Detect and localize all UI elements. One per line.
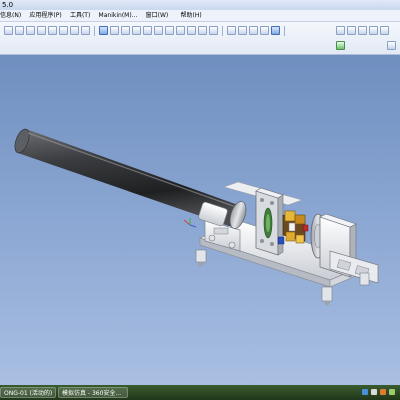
- toolbar-separator: [222, 25, 223, 36]
- no-hidden-icon[interactable]: [249, 26, 258, 35]
- menu-tools[interactable]: 工具(T): [67, 10, 93, 21]
- graphics-viewport[interactable]: [0, 55, 400, 385]
- tray-clock-icon[interactable]: [389, 389, 395, 395]
- menu-window[interactable]: 窗口(W): [143, 10, 172, 21]
- orient-icon[interactable]: [121, 26, 130, 35]
- hidden-line-icon[interactable]: [238, 26, 247, 35]
- refit-icon[interactable]: [143, 26, 152, 35]
- window-title: 5.0: [2, 1, 14, 9]
- tray-network-icon[interactable]: [362, 389, 368, 395]
- cut-icon[interactable]: [4, 26, 13, 35]
- green-disk: [263, 207, 273, 239]
- paste-special-icon[interactable]: [37, 26, 46, 35]
- wireframe-icon[interactable]: [227, 26, 236, 35]
- regenerate-icon[interactable]: [48, 26, 57, 35]
- layers-icon[interactable]: [209, 26, 218, 35]
- menu-info[interactable]: 信息(N): [0, 10, 24, 21]
- repaint-icon[interactable]: [99, 26, 108, 35]
- find-icon[interactable]: [59, 26, 68, 35]
- reorient-icon[interactable]: [187, 26, 196, 35]
- tray-app-icon[interactable]: [380, 389, 386, 395]
- fit-view-icon[interactable]: [176, 26, 185, 35]
- assembly-model: [14, 128, 379, 306]
- toolbar-row-right: [336, 23, 389, 38]
- annotations-icon[interactable]: [380, 26, 389, 35]
- window-restore-icon[interactable]: [387, 41, 396, 50]
- menu-manikin[interactable]: Manikin(M)...: [96, 10, 141, 21]
- toolbar-separator: [284, 25, 285, 36]
- datum-axes-icon[interactable]: [347, 26, 356, 35]
- appearance-icon[interactable]: [132, 26, 141, 35]
- csys-icon[interactable]: [369, 26, 378, 35]
- copy-icon[interactable]: [15, 26, 24, 35]
- toolbar-separator: [94, 25, 95, 36]
- datum-planes-icon[interactable]: [336, 26, 345, 35]
- manikin-add-icon[interactable]: [336, 41, 345, 50]
- saved-views-icon[interactable]: [198, 26, 207, 35]
- tray-volume-icon[interactable]: [371, 389, 377, 395]
- datum-points-icon[interactable]: [358, 26, 367, 35]
- shading-icon[interactable]: [260, 26, 269, 35]
- menu-help[interactable]: 帮助(H): [178, 10, 205, 21]
- paste-icon[interactable]: [26, 26, 35, 35]
- shading-edges-icon[interactable]: [271, 26, 280, 35]
- toolbar-row-main: [4, 23, 287, 38]
- zoom-in-icon[interactable]: [154, 26, 163, 35]
- zoom-out-icon[interactable]: [165, 26, 174, 35]
- toolbar: [0, 22, 400, 55]
- spin-center-icon[interactable]: [110, 26, 119, 35]
- select-box-icon[interactable]: [81, 26, 90, 35]
- taskbar: ONG-01 (活动的) 模拟仿真 - 360安全...: [0, 385, 400, 400]
- toolbar-row-second: [336, 38, 396, 53]
- select-icon[interactable]: [70, 26, 79, 35]
- taskbar-task-active[interactable]: ONG-01 (活动的): [0, 387, 56, 398]
- menu-bar: 信息(N) 应用程序(P) 工具(T) Manikin(M)... 窗口(W) …: [0, 10, 400, 22]
- taskbar-task-browser[interactable]: 模拟仿真 - 360安全...: [58, 387, 128, 398]
- menu-applications[interactable]: 应用程序(P): [26, 10, 64, 21]
- coordinate-triad: [183, 218, 197, 228]
